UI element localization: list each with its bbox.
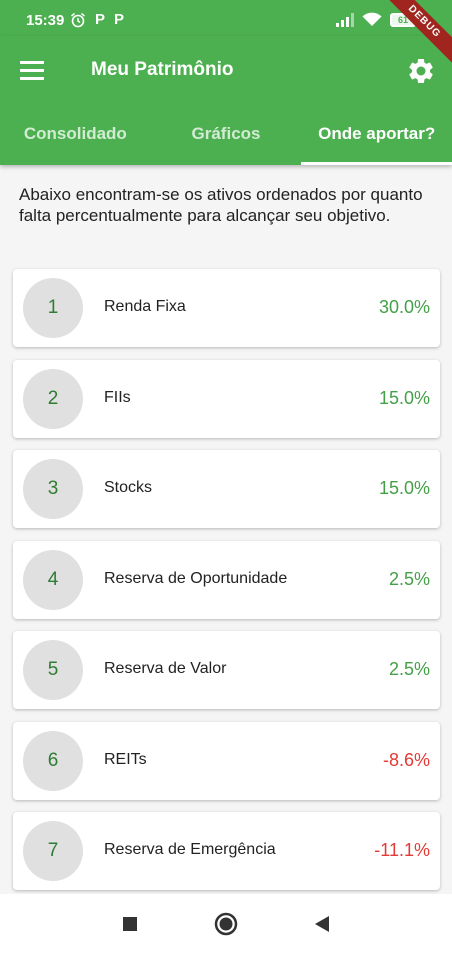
- rank-badge: 2: [23, 368, 83, 429]
- tab-bar: Consolidado Gráficos Onde aportar?: [0, 114, 452, 165]
- asset-name: Reserva de Valor: [104, 660, 227, 677]
- wifi-icon: [362, 12, 382, 26]
- status-time: 15:39: [26, 12, 65, 29]
- alarm-icon: [71, 12, 85, 27]
- notification-p-icon: P: [114, 11, 125, 28]
- asset-percentage: 30.0%: [378, 297, 430, 317]
- asset-percentage: -11.1%: [374, 840, 430, 860]
- asset-name: Reserva de Oportunidade: [104, 569, 288, 587]
- asset-percentage: 15.0%: [378, 478, 430, 498]
- triangle-back-icon[interactable]: [309, 911, 335, 937]
- list-item[interactable]: 4 Reserva de Oportunidade 2.5%: [13, 540, 440, 619]
- asset-name: REITs: [104, 750, 147, 768]
- list-item[interactable]: 7 Reserva de Emergência -11.1%: [13, 812, 440, 890]
- list-item[interactable]: 5 Reserva de Valor 2.5%: [13, 631, 440, 709]
- rank-badge: 5: [23, 640, 83, 700]
- rank-badge: 4: [23, 549, 83, 610]
- asset-name: Renda Fixa: [104, 298, 186, 315]
- status-notifications: P P: [70, 11, 124, 28]
- asset-percentage: 15.0%: [378, 387, 430, 408]
- circle-icon[interactable]: [213, 911, 239, 937]
- square-icon[interactable]: [117, 911, 143, 937]
- status-bar: 15:39 P P 61: [0, 0, 452, 36]
- list-item[interactable]: 3 Stocks 15.0%: [13, 450, 440, 528]
- asset-percentage: 2.5%: [388, 659, 430, 679]
- page-title: Meu Patrimônio: [91, 59, 234, 80]
- notification-p-icon: P: [95, 11, 106, 28]
- tab-onde-aportar[interactable]: Onde aportar?: [301, 114, 452, 165]
- menu-icon[interactable]: [20, 56, 50, 84]
- asset-percentage: -8.6%: [382, 749, 430, 770]
- asset-percentage: 2.5%: [388, 568, 430, 589]
- rank-badge: 1: [23, 278, 83, 338]
- list-item[interactable]: 2 FIIs 15.0%: [13, 359, 440, 438]
- gear-icon[interactable]: [406, 56, 436, 86]
- signal-icon: [336, 12, 354, 27]
- asset-list: 1 Renda Fixa 30.0% 2 FIIs 15.0% 3 Stocks…: [13, 269, 440, 903]
- rank-badge: 7: [23, 821, 83, 881]
- list-item[interactable]: 6 REITs -8.6%: [13, 721, 440, 800]
- tab-consolidado[interactable]: Consolidado: [0, 114, 151, 165]
- asset-name: Stocks: [104, 479, 153, 496]
- list-item[interactable]: 1 Renda Fixa 30.0%: [13, 269, 440, 347]
- rank-badge: 6: [23, 730, 83, 791]
- rank-badge: 3: [23, 459, 83, 519]
- asset-name: Reserva de Emergência: [104, 841, 276, 858]
- asset-name: FIIs: [104, 388, 131, 406]
- tab-graficos[interactable]: Gráficos: [151, 114, 302, 165]
- intro-text: Abaixo encontram-se os ativos ordenados …: [19, 185, 423, 225]
- app-bar: Meu Patrimônio Consolidado Gráficos Onde…: [0, 36, 452, 165]
- system-nav-bar: [0, 894, 452, 954]
